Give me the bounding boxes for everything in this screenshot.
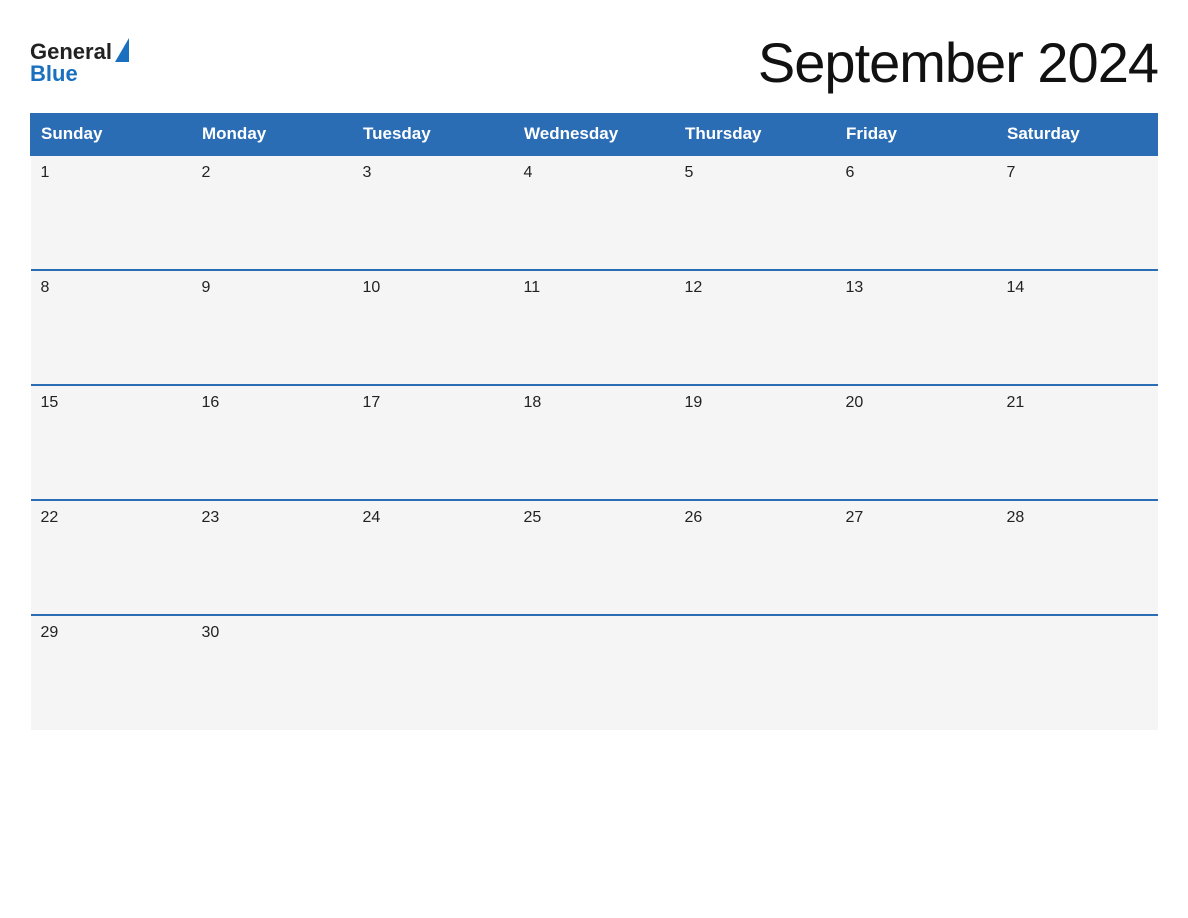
day-number: 14: [1007, 279, 1148, 297]
calendar-cell: [353, 615, 514, 730]
day-number: 7: [1007, 164, 1148, 182]
logo-wordmark: General Blue: [30, 41, 129, 85]
logo-blue-text: Blue: [30, 63, 129, 85]
calendar-cell: 4: [514, 155, 675, 270]
calendar-cell: 25: [514, 500, 675, 615]
calendar-cell: 16: [192, 385, 353, 500]
calendar-cell: 10: [353, 270, 514, 385]
calendar-cell: 9: [192, 270, 353, 385]
weekday-header-friday: Friday: [836, 114, 997, 156]
calendar-cell: 14: [997, 270, 1158, 385]
calendar-cell: 20: [836, 385, 997, 500]
calendar-cell: 12: [675, 270, 836, 385]
day-number: 22: [41, 509, 182, 527]
calendar-week-row: 1 2 3 4 5 6 7: [31, 155, 1158, 270]
day-number: 16: [202, 394, 343, 412]
day-number: 21: [1007, 394, 1148, 412]
calendar-cell: 15: [31, 385, 192, 500]
calendar-cell: 8: [31, 270, 192, 385]
weekday-header-sunday: Sunday: [31, 114, 192, 156]
weekday-header-saturday: Saturday: [997, 114, 1158, 156]
day-number: 8: [41, 279, 182, 297]
calendar-cell: 13: [836, 270, 997, 385]
calendar-cell: 28: [997, 500, 1158, 615]
weekday-header-thursday: Thursday: [675, 114, 836, 156]
calendar-cell: 17: [353, 385, 514, 500]
calendar-cell: 27: [836, 500, 997, 615]
weekday-header-row: SundayMondayTuesdayWednesdayThursdayFrid…: [31, 114, 1158, 156]
day-number: 3: [363, 164, 504, 182]
calendar-cell: 19: [675, 385, 836, 500]
day-number: 4: [524, 164, 665, 182]
day-number: 5: [685, 164, 826, 182]
calendar-cell: 18: [514, 385, 675, 500]
day-number: 30: [202, 624, 343, 642]
day-number: 24: [363, 509, 504, 527]
calendar-cell: 11: [514, 270, 675, 385]
calendar-cell: 21: [997, 385, 1158, 500]
calendar-cell: [997, 615, 1158, 730]
day-number: 17: [363, 394, 504, 412]
day-number: 13: [846, 279, 987, 297]
day-number: 6: [846, 164, 987, 182]
day-number: 9: [202, 279, 343, 297]
day-number: 23: [202, 509, 343, 527]
calendar-week-row: 29 30: [31, 615, 1158, 730]
calendar-week-row: 8 9 10 11 12 13 14: [31, 270, 1158, 385]
calendar-cell: 2: [192, 155, 353, 270]
day-number: 11: [524, 279, 665, 297]
logo: General Blue: [30, 41, 129, 85]
calendar-cell: 22: [31, 500, 192, 615]
weekday-header-tuesday: Tuesday: [353, 114, 514, 156]
day-number: 19: [685, 394, 826, 412]
calendar-header: SundayMondayTuesdayWednesdayThursdayFrid…: [31, 114, 1158, 156]
calendar-cell: 3: [353, 155, 514, 270]
calendar-cell: 5: [675, 155, 836, 270]
day-number: 18: [524, 394, 665, 412]
calendar-cell: [675, 615, 836, 730]
day-number: 15: [41, 394, 182, 412]
calendar-cell: 7: [997, 155, 1158, 270]
day-number: 25: [524, 509, 665, 527]
calendar-cell: [836, 615, 997, 730]
day-number: 20: [846, 394, 987, 412]
calendar-cell: 26: [675, 500, 836, 615]
day-number: 27: [846, 509, 987, 527]
calendar-week-row: 15 16 17 18 19 20 21: [31, 385, 1158, 500]
day-number: 10: [363, 279, 504, 297]
calendar-cell: 30: [192, 615, 353, 730]
day-number: 28: [1007, 509, 1148, 527]
calendar-cell: 1: [31, 155, 192, 270]
weekday-header-monday: Monday: [192, 114, 353, 156]
calendar-body: 1234567891011121314151617181920212223242…: [31, 155, 1158, 730]
day-number: 29: [41, 624, 182, 642]
calendar-cell: [514, 615, 675, 730]
calendar-cell: 23: [192, 500, 353, 615]
day-number: 12: [685, 279, 826, 297]
page-header: General Blue September 2024: [30, 30, 1158, 95]
calendar-cell: 24: [353, 500, 514, 615]
calendar-cell: 6: [836, 155, 997, 270]
calendar-cell: 29: [31, 615, 192, 730]
calendar-table: SundayMondayTuesdayWednesdayThursdayFrid…: [30, 113, 1158, 730]
logo-triangle-icon: [115, 38, 129, 62]
logo-general-text: General: [30, 41, 112, 63]
day-number: 1: [41, 164, 182, 182]
day-number: 2: [202, 164, 343, 182]
weekday-header-wednesday: Wednesday: [514, 114, 675, 156]
calendar-week-row: 22 23 24 25 26 27 28: [31, 500, 1158, 615]
day-number: 26: [685, 509, 826, 527]
month-title: September 2024: [758, 30, 1158, 95]
